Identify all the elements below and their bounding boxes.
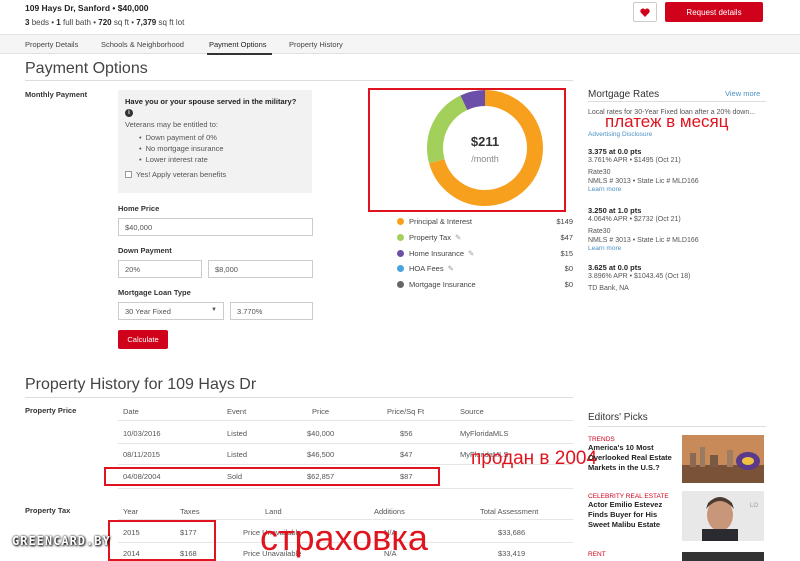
mortgage-rates-intro: Local rates for 30-Year Fixed loan after…: [588, 109, 756, 116]
legend-dot: [397, 233, 404, 241]
tab-property-history[interactable]: Property History: [289, 40, 343, 49]
divider: [25, 397, 573, 398]
rate-offer-1[interactable]: 3.375 at 0.0 pts 3.761% APR • $1495 (Oct…: [588, 147, 766, 193]
home-price-label: Home Price: [118, 204, 160, 213]
section-tabs: Property Details Schools & Neighborhood …: [0, 34, 800, 55]
veteran-question: Have you or your spouse served in the mi…: [125, 97, 297, 117]
divider: [25, 80, 573, 81]
loan-type-select[interactable]: 30 Year Fixed ▼: [118, 302, 224, 320]
list-item: Down payment of 0%: [139, 132, 305, 143]
sold-annotation: продан в 2004: [471, 448, 598, 469]
listing-specs: 3 beds • 1 full bath • 720 sq ft • 7,379…: [25, 18, 185, 27]
advertising-disclosure-link[interactable]: Advertising Disclosure: [588, 131, 652, 138]
tab-payment-options[interactable]: Payment Options: [209, 40, 267, 49]
request-details-button[interactable]: Request details: [665, 2, 763, 22]
info-icon[interactable]: i: [125, 109, 133, 117]
watermark: GREENCARD.BY: [12, 534, 111, 548]
interest-rate-input[interactable]: 3.770%: [230, 302, 313, 320]
city-thumbnail-image[interactable]: [682, 435, 764, 483]
list-item: No mortgage insurance: [139, 143, 305, 154]
favorite-button[interactable]: [633, 2, 657, 22]
breakdown-row-mortgage-insurance: Mortgage Insurance $0: [397, 278, 573, 290]
learn-more-link[interactable]: Learn more: [588, 186, 766, 193]
home-price-input[interactable]: $40,000: [118, 218, 313, 236]
monthly-payment-label: Monthly Payment: [25, 90, 88, 99]
list-item: Lower interest rate: [139, 154, 305, 165]
tax-annotation: страховка: [260, 517, 428, 558]
divider: [588, 426, 766, 427]
active-tab-indicator: [207, 53, 272, 55]
thumbnail-image[interactable]: [682, 552, 764, 561]
breakdown-row-principal: Principal & Interest $149: [397, 215, 573, 227]
view-more-link[interactable]: View more: [725, 89, 760, 98]
monthly-payment-annotation-box: [368, 88, 566, 212]
veteran-checkbox[interactable]: [125, 171, 132, 178]
breakdown-row-hoa-fees[interactable]: HOA Fees ✎ $0: [397, 262, 573, 274]
down-payment-percent-input[interactable]: 20%: [118, 260, 202, 278]
tab-schools-neighborhood[interactable]: Schools & Neighborhood: [101, 40, 184, 49]
mortgage-rates-title: Mortgage Rates: [588, 89, 660, 100]
down-payment-amount-input[interactable]: $8,000: [208, 260, 313, 278]
property-price-label: Property Price: [25, 406, 77, 415]
tax-annotation-box: [108, 520, 216, 561]
sold-row-annotation-box: [104, 467, 440, 486]
legend-dot: [397, 264, 404, 272]
tab-property-details[interactable]: Property Details: [25, 40, 78, 49]
rate-offer-3[interactable]: 3.625 at 0.0 pts 3.896% APR • $1043.45 (…: [588, 263, 766, 293]
veteran-entitled-text: Veterans may be entitled to:: [125, 120, 218, 129]
editors-pick-3[interactable]: RENT: [588, 551, 678, 558]
legend-dot: [397, 280, 404, 288]
calculate-button[interactable]: Calculate: [118, 330, 168, 349]
divider: [588, 101, 766, 102]
editors-picks-title: Editors' Picks: [588, 412, 648, 423]
editors-pick-1[interactable]: TRENDS America's 10 Most Overlooked Real…: [588, 436, 678, 473]
learn-more-link[interactable]: Learn more: [588, 245, 766, 252]
pencil-icon[interactable]: ✎: [448, 264, 454, 273]
down-payment-label: Down Payment: [118, 246, 172, 255]
veteran-checkbox-label: Yes! Apply veteran benefits: [136, 170, 227, 179]
property-history-title: Property History for 109 Hays Dr: [25, 376, 257, 393]
actor-thumbnail-image[interactable]: LO: [682, 491, 764, 541]
loan-type-label: Mortgage Loan Type: [118, 288, 191, 297]
editors-pick-2[interactable]: CELEBRITY REAL ESTATE Actor Emilio Estev…: [588, 493, 678, 530]
veteran-benefits-box: Have you or your spouse served in the mi…: [118, 90, 312, 193]
rate-offer-2[interactable]: 3.250 at 1.0 pts 4.064% APR • $2732 (Oct…: [588, 206, 766, 252]
veteran-benefits-list: Down payment of 0% No mortgage insurance…: [139, 132, 305, 165]
heart-icon: [640, 8, 650, 17]
legend-dot: [397, 217, 404, 225]
pencil-icon[interactable]: ✎: [455, 233, 461, 242]
pencil-icon[interactable]: ✎: [468, 249, 474, 258]
svg-text:LO: LO: [750, 503, 758, 509]
breakdown-row-home-insurance[interactable]: Home Insurance ✎ $15: [397, 247, 573, 259]
payment-options-title: Payment Options: [25, 60, 148, 77]
breakdown-row-property-tax[interactable]: Property Tax ✎ $47: [397, 231, 573, 243]
property-tax-label: Property Tax: [25, 506, 71, 515]
legend-dot: [397, 249, 404, 257]
listing-address: 109 Hays Dr, Sanford • $40,000: [25, 3, 149, 13]
veteran-checkbox-row[interactable]: Yes! Apply veteran benefits: [125, 170, 305, 179]
chevron-down-icon: ▼: [211, 307, 217, 313]
